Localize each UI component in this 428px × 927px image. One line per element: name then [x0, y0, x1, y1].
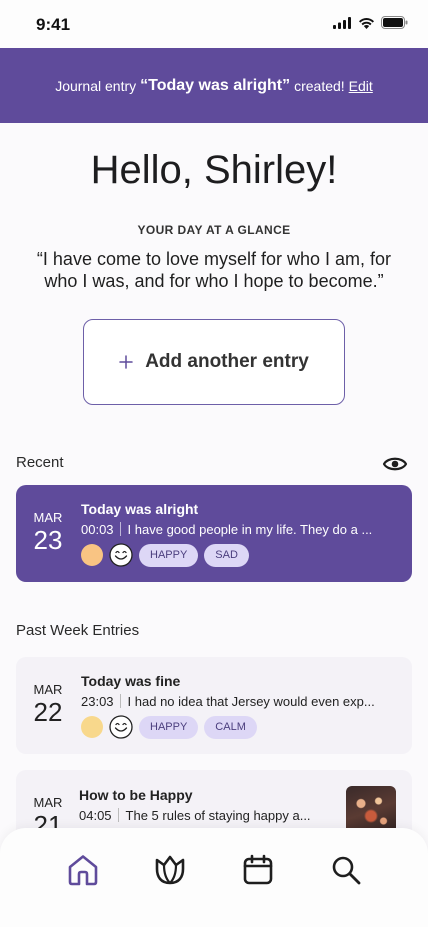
entry-tags: HAPPY SAD — [81, 543, 249, 567]
nav-calendar[interactable] — [240, 852, 276, 888]
signal-icon — [333, 16, 351, 29]
tag-calm[interactable]: CALM — [204, 715, 257, 739]
entry-title: How to be Happy — [79, 787, 193, 803]
home-icon — [68, 855, 98, 886]
search-icon — [332, 856, 361, 885]
calendar-icon — [243, 854, 273, 885]
entry-title: Today was fine — [81, 673, 181, 689]
edit-link[interactable]: Edit — [349, 78, 373, 94]
add-entry-button[interactable]: Add another entry — [83, 319, 345, 405]
entry-title: Today was alright — [81, 501, 199, 517]
nav-journal[interactable] — [152, 852, 188, 888]
lotus-icon — [155, 855, 185, 885]
past-week-section-title: Past Week Entries — [16, 622, 140, 639]
banner-entry-title: “Today was alright” — [140, 76, 291, 94]
entry-date: MAR 22 — [16, 682, 80, 728]
smiley-icon — [109, 543, 133, 567]
past-entry-card[interactable]: MAR 22 Today was fine 23:03 I had no idea… — [16, 657, 412, 754]
status-bar: 9:41 — [0, 0, 428, 48]
recent-entry-card[interactable]: MAR 23 Today was alright 00:03 I have goo… — [16, 485, 412, 582]
divider — [119, 694, 121, 708]
entry-preview: I have good people in my life. They do a… — [127, 522, 373, 537]
divider — [119, 522, 121, 536]
plus-icon — [119, 355, 133, 369]
entry-meta: 00:03 I have good people in my life. They… — [81, 522, 397, 537]
entry-time: 23:03 — [81, 694, 114, 709]
battery-icon — [381, 16, 408, 29]
entry-preview: The 5 rules of staying happy a... — [125, 808, 311, 823]
smiley-icon — [109, 715, 133, 739]
divider — [117, 808, 119, 822]
status-time: 9:41 — [36, 15, 71, 34]
bottom-nav — [0, 828, 428, 927]
entry-month: MAR — [33, 682, 63, 697]
banner-prefix: Journal entry — [55, 77, 137, 94]
greeting-title: Hello, Shirley! — [90, 148, 338, 192]
add-entry-label: Add another entry — [145, 351, 309, 372]
daily-quote: “I have come to love myself for who I am… — [36, 249, 392, 291]
glance-label: YOUR DAY AT A GLANCE — [137, 223, 291, 237]
entry-month: MAR — [33, 795, 63, 810]
nav-home[interactable] — [65, 852, 101, 888]
entry-time: 00:03 — [81, 522, 114, 537]
entry-day: 23 — [33, 525, 63, 555]
entry-created-banner: Journal entry “Today was alright” create… — [0, 48, 428, 123]
entry-meta: 04:05 The 5 rules of staying happy a... — [79, 808, 329, 823]
entry-time: 04:05 — [79, 808, 112, 823]
banner-suffix: created! — [294, 77, 345, 94]
entry-tags: HAPPY CALM — [81, 715, 257, 739]
entry-preview: I had no idea that Jersey would even exp… — [127, 694, 375, 709]
eye-icon[interactable] — [382, 453, 408, 475]
entry-month: MAR — [33, 510, 63, 525]
tag-sad[interactable]: SAD — [204, 543, 249, 567]
mood-color-dot — [81, 544, 103, 566]
nav-search[interactable] — [328, 852, 364, 888]
entry-meta: 23:03 I had no idea that Jersey would eve… — [81, 694, 397, 709]
recent-section-title: Recent — [16, 454, 64, 471]
tag-happy[interactable]: HAPPY — [139, 543, 199, 567]
mood-color-dot — [81, 716, 103, 738]
entry-day: 22 — [33, 697, 63, 727]
status-icons — [333, 16, 408, 29]
tag-happy[interactable]: HAPPY — [139, 715, 199, 739]
entry-date: MAR 23 — [16, 510, 80, 556]
wifi-icon — [359, 17, 374, 29]
